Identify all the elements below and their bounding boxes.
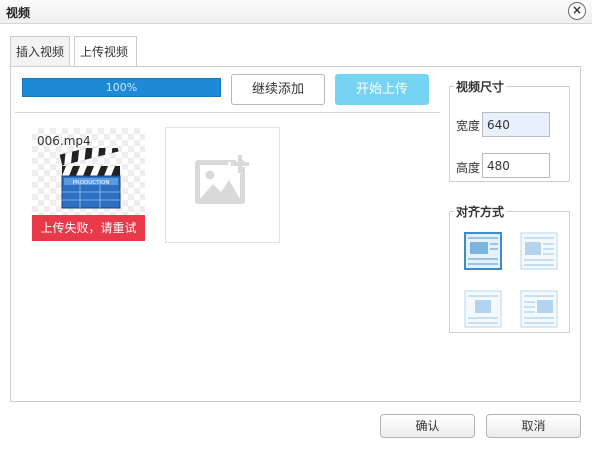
svg-text:PRODUCTION: PRODUCTION [73, 180, 110, 186]
upload-progress-bar: 100% [22, 78, 221, 97]
dialog-titlebar: 视频 × [0, 0, 592, 24]
cancel-button[interactable]: 取消 [486, 414, 581, 438]
tab-insert-video[interactable]: 插入视频 [10, 36, 70, 66]
width-label: 宽度 [456, 119, 481, 133]
start-upload-button[interactable]: 开始上传 [335, 74, 429, 105]
file-item[interactable]: 006.mp4 PRODUCTION 上传失败，请重试 [32, 128, 145, 241]
upload-error-status[interactable]: 上传失败，请重试 [32, 215, 145, 241]
video-clapperboard-icon: PRODUCTION [59, 148, 121, 209]
close-icon[interactable]: × [568, 2, 586, 20]
height-input[interactable] [482, 153, 550, 178]
dialog-title: 视频 [6, 6, 31, 20]
align-left-icon[interactable] [520, 232, 558, 270]
align-right-icon[interactable] [520, 290, 558, 328]
file-name: 006.mp4 [37, 134, 91, 148]
divider [15, 112, 440, 113]
add-more-button[interactable]: 继续添加 [231, 74, 325, 105]
progress-text: 100% [105, 81, 138, 94]
video-size-legend: 视频尺寸 [456, 80, 505, 94]
alignment-group: 对齐方式 [449, 203, 570, 333]
alignment-legend: 对齐方式 [456, 205, 505, 219]
add-file-placeholder[interactable] [165, 127, 280, 243]
align-center-icon[interactable] [464, 290, 502, 328]
confirm-button[interactable]: 确认 [380, 414, 475, 438]
height-label: 高度 [456, 161, 481, 175]
video-size-group: 视频尺寸 宽度 高度 [449, 78, 570, 182]
add-image-icon [195, 154, 249, 204]
width-input[interactable] [482, 112, 550, 137]
tab-upload-video[interactable]: 上传视频 [74, 36, 137, 67]
align-none-icon[interactable] [464, 232, 502, 270]
